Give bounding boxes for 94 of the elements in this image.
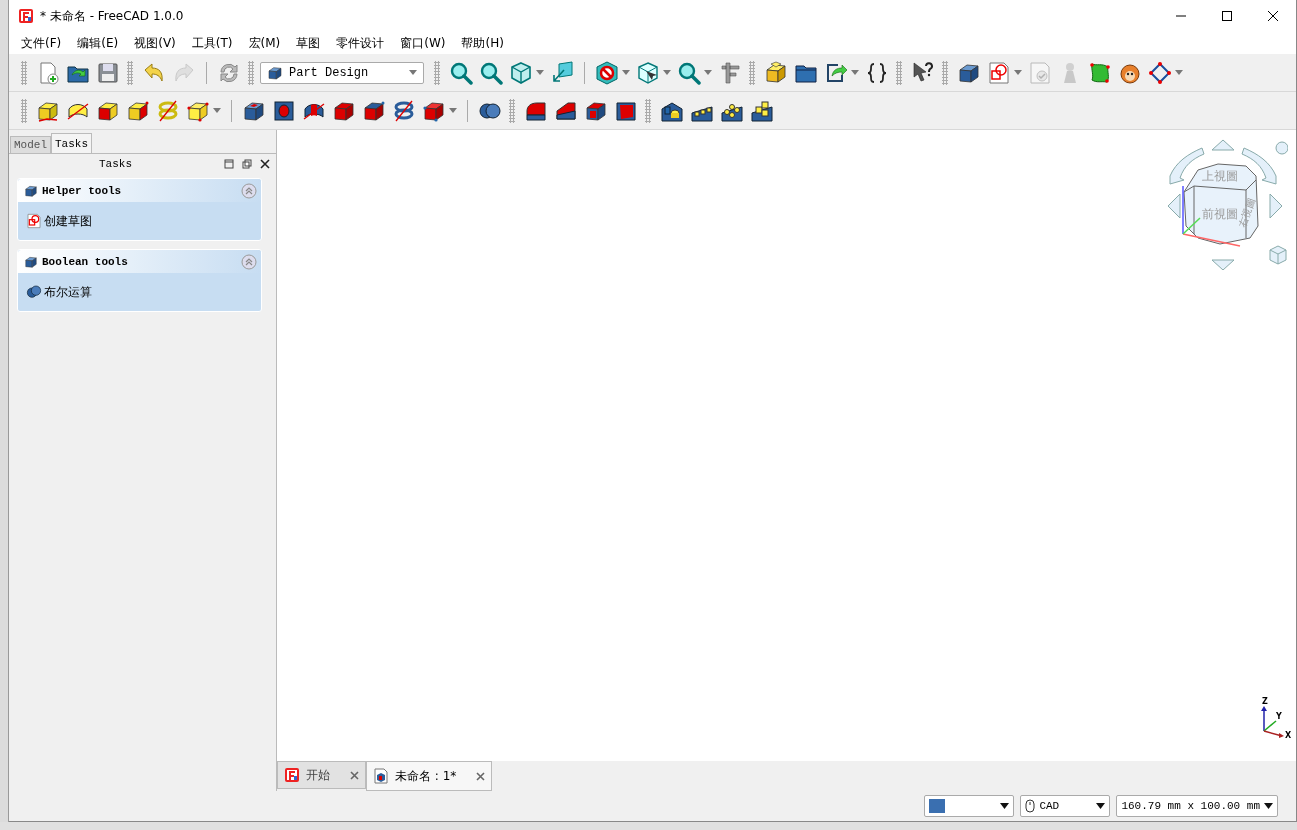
arrow-icon: [550, 60, 574, 85]
caret-icon: [1264, 803, 1273, 809]
caret-icon: [1000, 803, 1010, 809]
tab-label: 开始: [306, 766, 330, 784]
document-tab[interactable]: 开始: [277, 761, 366, 789]
rotate-arrow-icon[interactable]: [1241, 147, 1277, 185]
blocks-icon: [764, 60, 788, 85]
toolbar-handle[interactable]: [942, 60, 948, 85]
close-icon[interactable]: [260, 159, 270, 169]
toolbar-handle[interactable]: [127, 60, 133, 85]
menu-item[interactable]: 工具(T): [183, 34, 241, 52]
block-icon: [272, 98, 296, 123]
cube-icon: [509, 60, 533, 85]
toolbar-handle[interactable]: [749, 60, 755, 85]
caret-icon: [1096, 803, 1106, 809]
collapse-icon[interactable]: [241, 253, 257, 270]
menu-item[interactable]: 草图: [288, 34, 329, 52]
block-icon: [24, 254, 38, 269]
caret-icon: [536, 70, 544, 75]
polygon-icon: [1148, 60, 1172, 85]
caret-icon: [1175, 70, 1183, 75]
panel-tab[interactable]: Tasks: [51, 133, 93, 153]
axis-label: Y: [1276, 712, 1282, 721]
caliper-icon: [718, 60, 742, 85]
cube-face-label: 上視圖: [1202, 169, 1238, 183]
axis-drawing: [1182, 185, 1241, 247]
app-logo-icon: [284, 767, 300, 783]
tab-label: 未命名 : 1*: [395, 767, 457, 785]
workbench-dropdown[interactable]: Part Design: [260, 61, 424, 84]
helix-icon: [156, 98, 180, 123]
axis-triad-icon: [1261, 706, 1284, 738]
help-cursor-icon: [911, 60, 935, 85]
prohibition-icon: [595, 60, 619, 85]
block-icon: [24, 183, 38, 198]
caret-icon: [622, 70, 630, 75]
menu-item[interactable]: 编辑(E): [69, 34, 127, 52]
cube-face-label: 右視圖: [1236, 196, 1257, 229]
caret-icon: [1014, 70, 1022, 75]
sphere-icon: [26, 284, 42, 300]
task-link[interactable]: 创建草图: [44, 212, 92, 230]
panel-tab[interactable]: Model: [10, 136, 51, 153]
caret-icon: [213, 108, 221, 113]
braces-icon: [865, 60, 889, 85]
triangle-arrow-icon[interactable]: [1167, 193, 1181, 219]
shaded-square-icon: [929, 799, 946, 813]
navigation-style-dropdown[interactable]: CAD: [1020, 795, 1111, 817]
zoom-icon: [479, 60, 503, 85]
toolbar-handle[interactable]: [434, 60, 440, 85]
wireframe-cube-icon: [636, 60, 660, 85]
draw-style-dropdown[interactable]: [924, 795, 1015, 817]
caret-icon: [704, 70, 712, 75]
menu-item[interactable]: 窗口(W): [392, 34, 454, 52]
caret-icon: [851, 70, 859, 75]
task-link[interactable]: 布尔运算: [44, 283, 92, 301]
axis-label: X: [1285, 731, 1292, 740]
toolbar-handle[interactable]: [509, 98, 515, 123]
menu-item[interactable]: 文件(F): [13, 34, 70, 52]
sketch-icon: [987, 60, 1011, 85]
toolbar-handle[interactable]: [21, 60, 27, 85]
checked-document-icon: [1028, 60, 1052, 85]
cube-face-label: 前視圖: [1202, 207, 1238, 221]
axis-label: Z: [1262, 697, 1268, 706]
document-icon: [373, 768, 389, 784]
shape-icon: [1088, 60, 1112, 85]
menu-item[interactable]: 帮助(H): [453, 34, 512, 52]
task-box-title: Boolean tools: [42, 255, 129, 268]
toolbar-handle[interactable]: [896, 60, 902, 85]
zoom-icon: [677, 60, 701, 85]
caret-icon: [663, 70, 671, 75]
pattern-icon: [750, 98, 774, 123]
navigation-cube[interactable]: [1183, 163, 1259, 245]
toolbar-handle[interactable]: [248, 60, 254, 85]
collapse-icon[interactable]: [241, 182, 257, 199]
caret-icon: [449, 108, 457, 113]
block-icon: [267, 64, 283, 81]
menu-item[interactable]: 零件设计: [328, 34, 393, 52]
document-tab[interactable]: 未命名 : 1*: [366, 761, 493, 791]
mouse-icon: [1025, 799, 1036, 813]
toolbar-handle[interactable]: [21, 98, 27, 123]
menu-item[interactable]: 宏(M): [240, 34, 289, 52]
task-box-title: Helper tools: [42, 184, 123, 197]
sketch-icon: [26, 213, 42, 229]
menu-item[interactable]: 视图(V): [126, 34, 184, 52]
zoom-icon: [449, 60, 473, 85]
toolbar-handle[interactable]: [645, 98, 651, 123]
helix-icon: [392, 98, 416, 123]
float-icon[interactable]: [242, 159, 252, 169]
dock-icon[interactable]: [224, 159, 234, 169]
dimension-dropdown[interactable]: 160.79 mm x 100.00 mm: [1116, 795, 1278, 817]
caret-icon: [409, 70, 417, 75]
triangle-arrow-icon[interactable]: [1269, 193, 1283, 219]
window-title: * 未命名 - FreeCAD 1.0.0: [40, 7, 185, 25]
app-logo-icon: [18, 8, 34, 24]
panel-title: Tasks: [98, 158, 133, 170]
